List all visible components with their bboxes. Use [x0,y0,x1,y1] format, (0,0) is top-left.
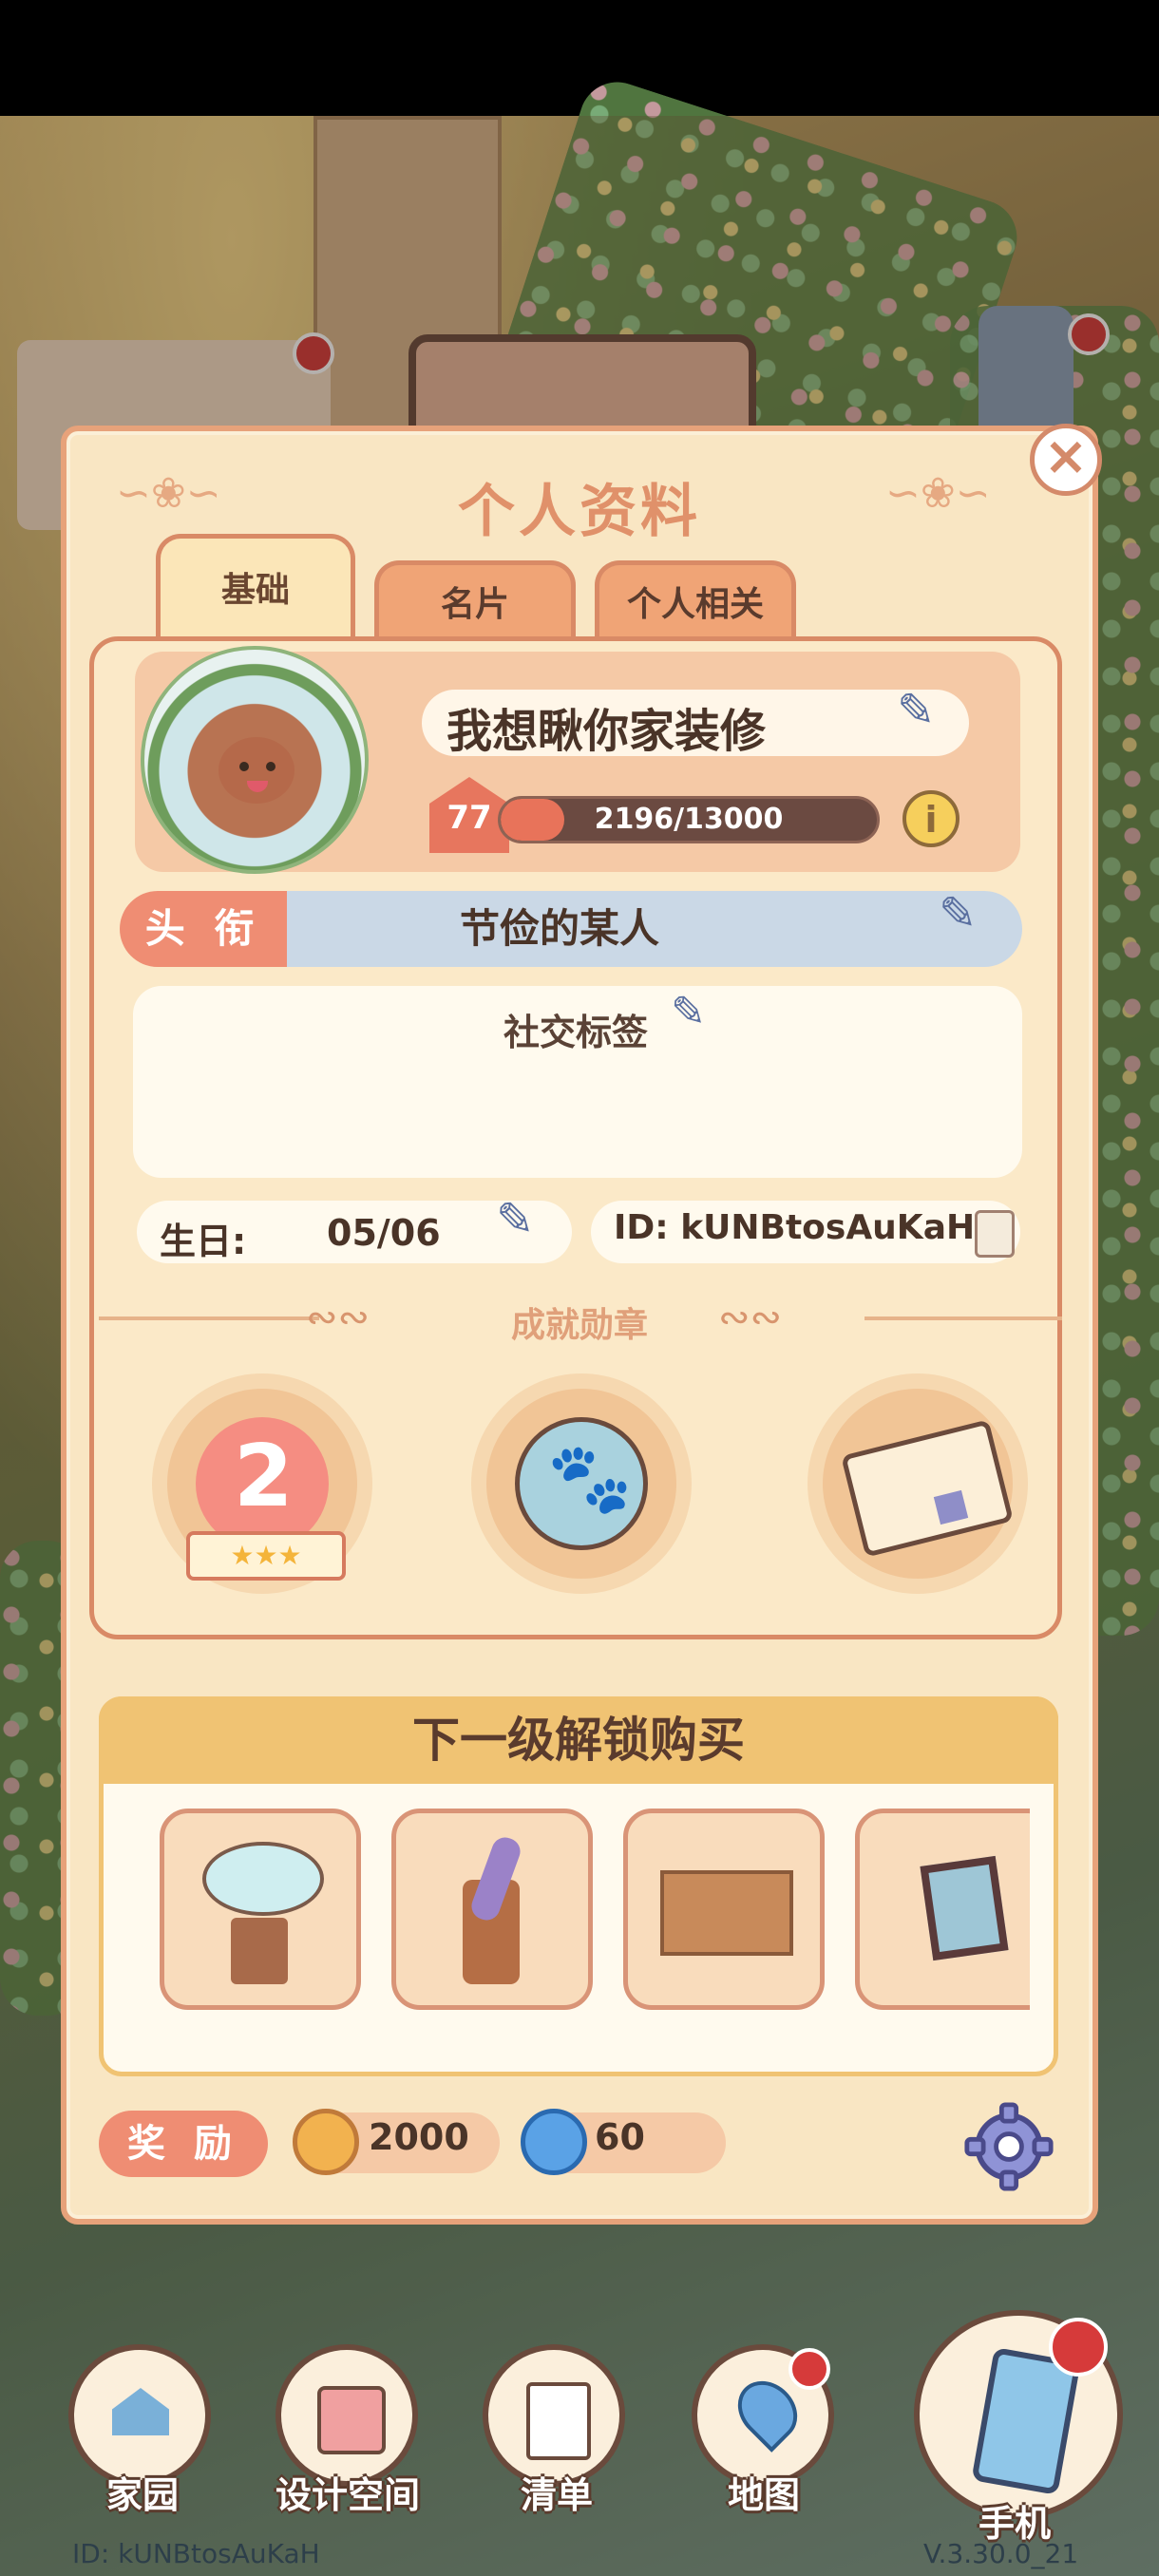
title-value: 节俭的某人 [459,905,659,952]
edit-title-icon[interactable]: ✎ [939,887,977,940]
nav-list-label: 清单 [521,2474,594,2516]
wooden-cabinet-item[interactable] [623,1809,825,2010]
anniversary-2-medal-icon[interactable]: 2 ★★★ [167,1389,357,1581]
tab-personal[interactable]: 个人相关 [595,560,796,640]
design-icon [317,2386,386,2454]
tab-basic[interactable]: 基础 [156,534,355,640]
unlock-title: 下一级解锁购买 [412,1713,745,1768]
player-id: ID: kUNBtosAuKaH [614,1208,976,1247]
reward-label: 奖 励 [99,2111,268,2177]
unlock-items-list[interactable] [152,1805,1030,2017]
birthday-label: 生日: [160,1221,247,1262]
edit-nickname-icon[interactable]: ✎ [897,684,935,737]
list-icon [526,2382,591,2460]
xp-progress-text: 2196/13000 [594,803,784,836]
gem-icon [521,2109,587,2175]
home-icon [112,2388,169,2435]
version-text: V.3.30.0_21 [923,2538,1079,2569]
nav-design-label: 设计空间 [276,2474,421,2516]
level-info-button[interactable]: i [902,790,960,847]
close-button[interactable]: × [1030,424,1102,496]
edit-birthday-icon[interactable]: ✎ [496,1193,534,1246]
letter-medal-icon[interactable] [823,1389,1014,1579]
nickname: 我想瞅你家装修 [446,705,767,758]
paw-medal-icon[interactable]: 🐾 [486,1389,676,1579]
glass-table-item[interactable] [160,1809,361,2010]
notification-dot [788,2348,830,2390]
settings-gear-icon[interactable] [963,2101,1054,2192]
flourish-ornament-left: ∽❀∽ [116,469,221,518]
birthday-value: 05/06 [327,1212,441,1254]
title-label: 头 衔 [120,891,287,967]
copy-icon[interactable] [975,1210,1015,1258]
avatar[interactable] [141,646,369,874]
umbrella-stand-item[interactable] [391,1809,593,2010]
title-row: 头 衔 节俭的某人 [120,891,1022,967]
framed-picture-item[interactable] [855,1809,1030,2010]
achievements-title: 成就勋章 [510,1306,648,1345]
flourish-ornament-right: ∽❀∽ [885,469,991,518]
tab-business-card[interactable]: 名片 [374,560,576,640]
edit-tags-icon[interactable]: ✎ [671,988,706,1036]
dog-face [218,737,294,804]
coin-reward-amount: 2000 [369,2116,469,2158]
nav-home-label: 家园 [106,2474,180,2516]
gem-reward-amount: 60 [595,2116,645,2158]
social-tags-title: 社交标签 [504,1012,649,1053]
nav-map-label: 地图 [728,2474,801,2516]
notification-dot [1049,2318,1108,2377]
footer-player-id: ID: kUNBtosAuKaH [72,2538,320,2569]
coin-icon [293,2109,359,2175]
